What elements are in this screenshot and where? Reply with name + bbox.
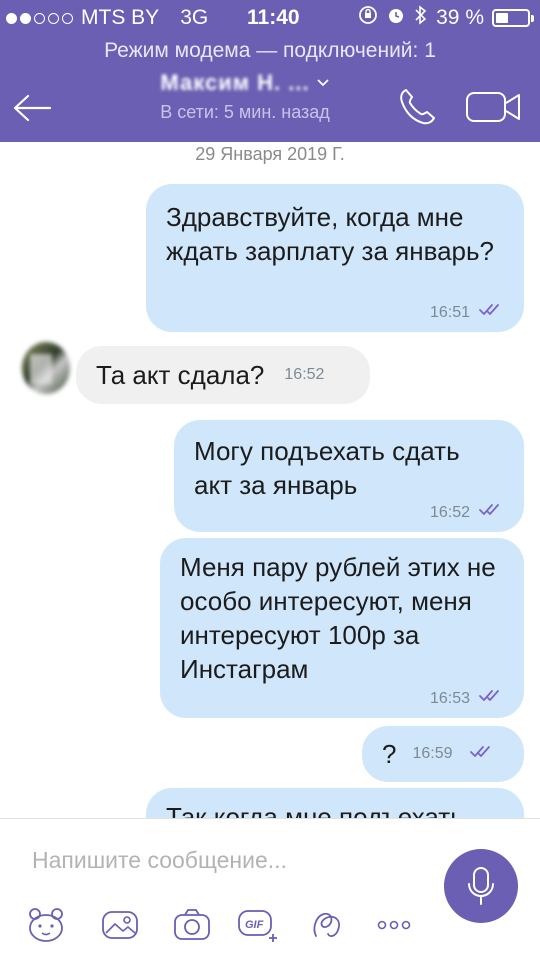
battery-level [496, 12, 508, 23]
call-button[interactable] [392, 82, 442, 132]
status-bar: MTS BY 3G 11:40 39 % [0, 0, 540, 36]
status-right: 39 % [358, 5, 534, 30]
read-ticks-icon [478, 689, 504, 708]
gif-button[interactable]: GIF [234, 903, 282, 947]
contact-status: В сети: 5 мин. назад [160, 102, 330, 122]
date-separator: 29 Января 2019 Г. [195, 144, 345, 164]
signal-carrier: MTS BY 3G [6, 6, 208, 30]
message-time: 16:53 [429, 689, 470, 707]
read-ticks-icon [469, 745, 495, 764]
composer-toolbar: GIF [22, 903, 422, 947]
gallery-button[interactable] [96, 903, 144, 947]
alarm-icon [386, 5, 406, 30]
bluetooth-icon [414, 5, 428, 30]
microphone-icon [468, 867, 494, 905]
contact-avatar[interactable] [22, 342, 70, 394]
doodle-button[interactable] [304, 903, 352, 947]
back-arrow-icon [13, 94, 52, 122]
message-input[interactable] [32, 843, 412, 877]
message-time: 16:59 [412, 745, 453, 762]
voice-message-button[interactable] [444, 849, 518, 923]
signal-bar-icon [20, 12, 31, 24]
back-button[interactable] [8, 84, 56, 132]
message-text: ? [382, 739, 397, 769]
hotspot-banner[interactable]: Режим модема — подключений: 1 [0, 36, 540, 66]
message-time: 16:51 [429, 303, 470, 321]
rotation-lock-icon [358, 5, 378, 30]
message-time: 16:52 [429, 503, 470, 521]
signal-bar-icon [62, 12, 73, 24]
message-composer: GIF [0, 818, 540, 960]
gallery-icon [102, 911, 138, 939]
video-camera-icon [466, 92, 520, 122]
signal-bar-icon [48, 12, 59, 24]
message-bubble-outgoing[interactable]: Так когда мне подъехать [146, 788, 524, 818]
message-bubble-incoming[interactable]: Та акт сдала? 16:52 [76, 346, 370, 404]
doodle-icon [313, 912, 340, 937]
message-time: 16:52 [284, 366, 325, 383]
message-text: Та акт сдала? [96, 360, 265, 390]
battery-percent: 39 % [436, 5, 484, 29]
chat-header: MTS BY 3G 11:40 39 % Режим модема — подк… [0, 0, 540, 142]
chevron-down-icon [316, 79, 329, 87]
carrier-name: MTS BY [81, 6, 160, 29]
signal-bar-icon [6, 12, 17, 24]
camera-icon [174, 909, 210, 940]
camera-button[interactable] [168, 903, 216, 947]
signal-bar-icon [34, 12, 45, 24]
message-text: Меня пару рублей этих не особо интересую… [180, 552, 496, 684]
svg-text:GIF: GIF [245, 919, 264, 931]
message-bubble-outgoing[interactable]: Меня пару рублей этих не особо интересую… [160, 538, 524, 718]
message-bubble-outgoing[interactable]: Могу подъехать сдать акт за январь 16:52 [174, 420, 524, 532]
contact-name: Максим Н. ... [160, 70, 310, 95]
read-ticks-icon [478, 503, 504, 522]
more-icon [377, 920, 411, 930]
message-bubble-outgoing[interactable]: ? 16:59 [362, 726, 524, 782]
contact-info[interactable]: Максим Н. ... В сети: 5 мин. назад [110, 70, 380, 123]
message-text: Здравствуйте, когда мне ждать зарплату з… [166, 202, 495, 266]
sticker-icon [29, 908, 63, 942]
more-options-button[interactable] [370, 903, 418, 947]
message-bubble-outgoing[interactable]: Здравствуйте, когда мне ждать зарплату з… [146, 184, 524, 332]
video-call-button[interactable] [460, 82, 528, 132]
message-list[interactable]: 29 Января 2019 Г. Здравствуйте, когда мн… [0, 142, 540, 818]
network-type: 3G [180, 6, 209, 29]
phone-icon [400, 89, 435, 125]
message-text: Могу подъехать сдать акт за январь [194, 436, 460, 500]
battery-icon [492, 8, 534, 27]
read-ticks-icon [478, 303, 504, 322]
gif-icon: GIF [238, 910, 277, 942]
sticker-button[interactable] [22, 903, 70, 947]
status-time: 11:40 [247, 6, 300, 29]
message-text: Так когда мне подъехать [166, 802, 464, 818]
